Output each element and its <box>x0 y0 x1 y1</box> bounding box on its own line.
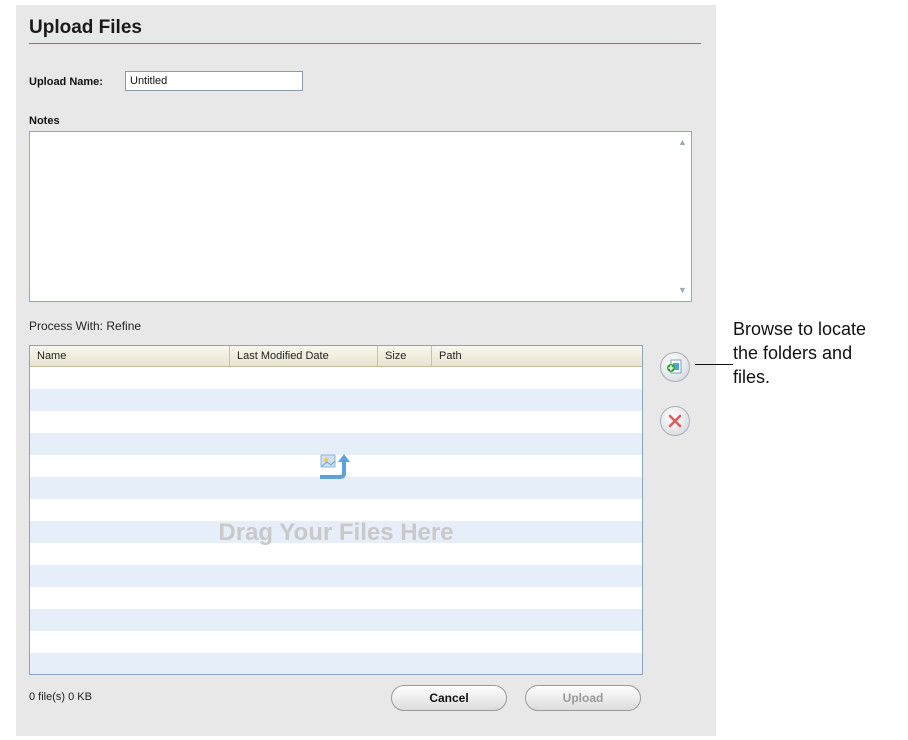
upload-name-input[interactable] <box>125 71 303 91</box>
drag-files-placeholder: Drag Your Files Here <box>218 519 454 546</box>
browse-add-button[interactable] <box>660 352 690 382</box>
column-header-name[interactable]: Name <box>30 346 230 366</box>
title-divider <box>29 43 701 44</box>
callout-line-2: the folders and <box>733 343 853 363</box>
column-header-path[interactable]: Path <box>432 346 642 366</box>
grid-rows: Drag Your Files Here <box>30 367 642 674</box>
notes-scrollbar[interactable]: ▲ ▼ <box>674 132 691 301</box>
upload-name-label: Upload Name: <box>29 76 103 88</box>
callout-line-3: files. <box>733 367 771 387</box>
column-header-size[interactable]: Size <box>378 346 432 366</box>
grid-header: Name Last Modified Date Size Path <box>30 346 642 367</box>
column-header-last-modified[interactable]: Last Modified Date <box>230 346 378 366</box>
upload-button[interactable]: Upload <box>525 685 641 711</box>
cancel-button[interactable]: Cancel <box>391 685 507 711</box>
browse-callout: Browse to locate the folders and files. <box>733 317 908 389</box>
add-file-icon <box>667 359 682 374</box>
dialog-title: Upload Files <box>29 17 142 38</box>
drag-drop-icon <box>320 454 350 479</box>
notes-label: Notes <box>29 115 60 127</box>
upload-files-dialog: Upload Files Upload Name: Notes ▲ ▼ Proc… <box>16 5 716 736</box>
file-drop-grid[interactable]: Name Last Modified Date Size Path Drag Y… <box>29 345 643 675</box>
callout-leader-line <box>695 364 733 365</box>
scroll-up-icon[interactable]: ▲ <box>676 136 689 149</box>
process-with-label: Process With: Refine <box>29 319 142 333</box>
remove-file-button[interactable] <box>660 406 690 436</box>
scroll-down-icon[interactable]: ▼ <box>676 284 689 297</box>
callout-line-1: Browse to locate <box>733 319 867 339</box>
remove-icon <box>668 414 682 428</box>
notes-textarea[interactable]: ▲ ▼ <box>29 131 692 302</box>
file-count-status: 0 file(s) 0 KB <box>29 691 92 703</box>
